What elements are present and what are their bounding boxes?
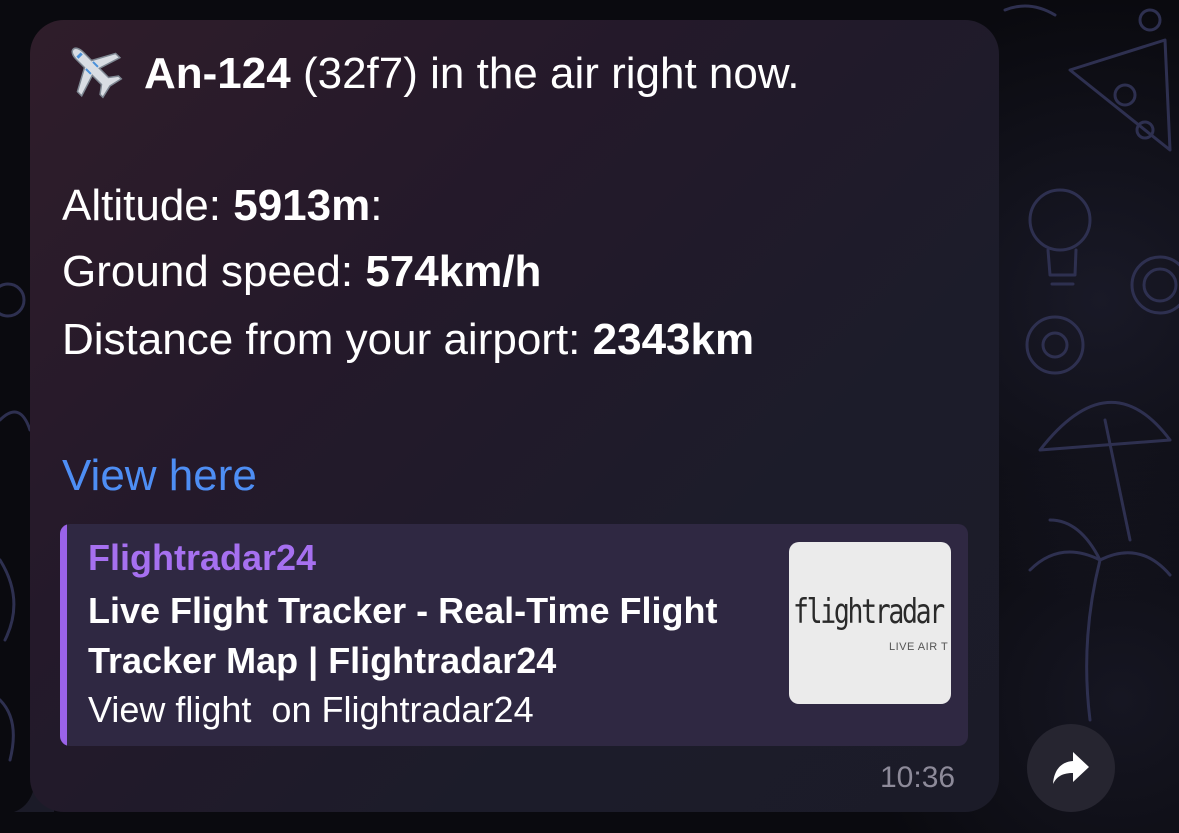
ground-speed-label: Ground speed: [62,247,366,296]
share-button[interactable] [1027,724,1115,812]
preview-site-name: Flightradar24 [88,537,317,578]
preview-title: Live Flight Tracker - Real-Time Flight T… [88,590,718,681]
preview-description: View flight on Flightradar24 [88,689,534,730]
distance-label: Distance from your airport: [62,315,593,364]
preview-accent-bar [60,524,67,746]
view-here-link[interactable]: View here [62,450,257,502]
ground-speed-value: 574km/h [365,247,542,296]
share-arrow-icon [1053,752,1089,784]
flightradar-tagline: LIVE AIR T [889,641,949,653]
flightradar-logo: flightradar [793,592,945,632]
aircraft-code: (32f7) [302,49,418,98]
message-timestamp: 10:36 [880,761,956,794]
link-preview-card[interactable]: Flightradar24 Live Flight Tracker - Real… [60,524,968,746]
ground-speed-line: Ground speed: 574km/h [62,246,541,298]
altitude-line: Altitude: 5913m: [62,180,382,232]
airplane-icon [71,47,123,99]
distance-value: 2343km [592,315,755,364]
aircraft-type: An-124 [144,49,291,98]
preview-thumbnail[interactable]: flightradar LIVE AIR T [789,542,951,704]
message-title: An-124 (32f7) in the air right now. [62,38,799,100]
distance-line: Distance from your airport: 2343km [62,314,754,366]
altitude-suffix: : [370,181,383,230]
altitude-value: 5913m [233,181,371,230]
title-rest: in the air right now. [417,49,800,98]
altitude-label: Altitude: [62,181,234,230]
